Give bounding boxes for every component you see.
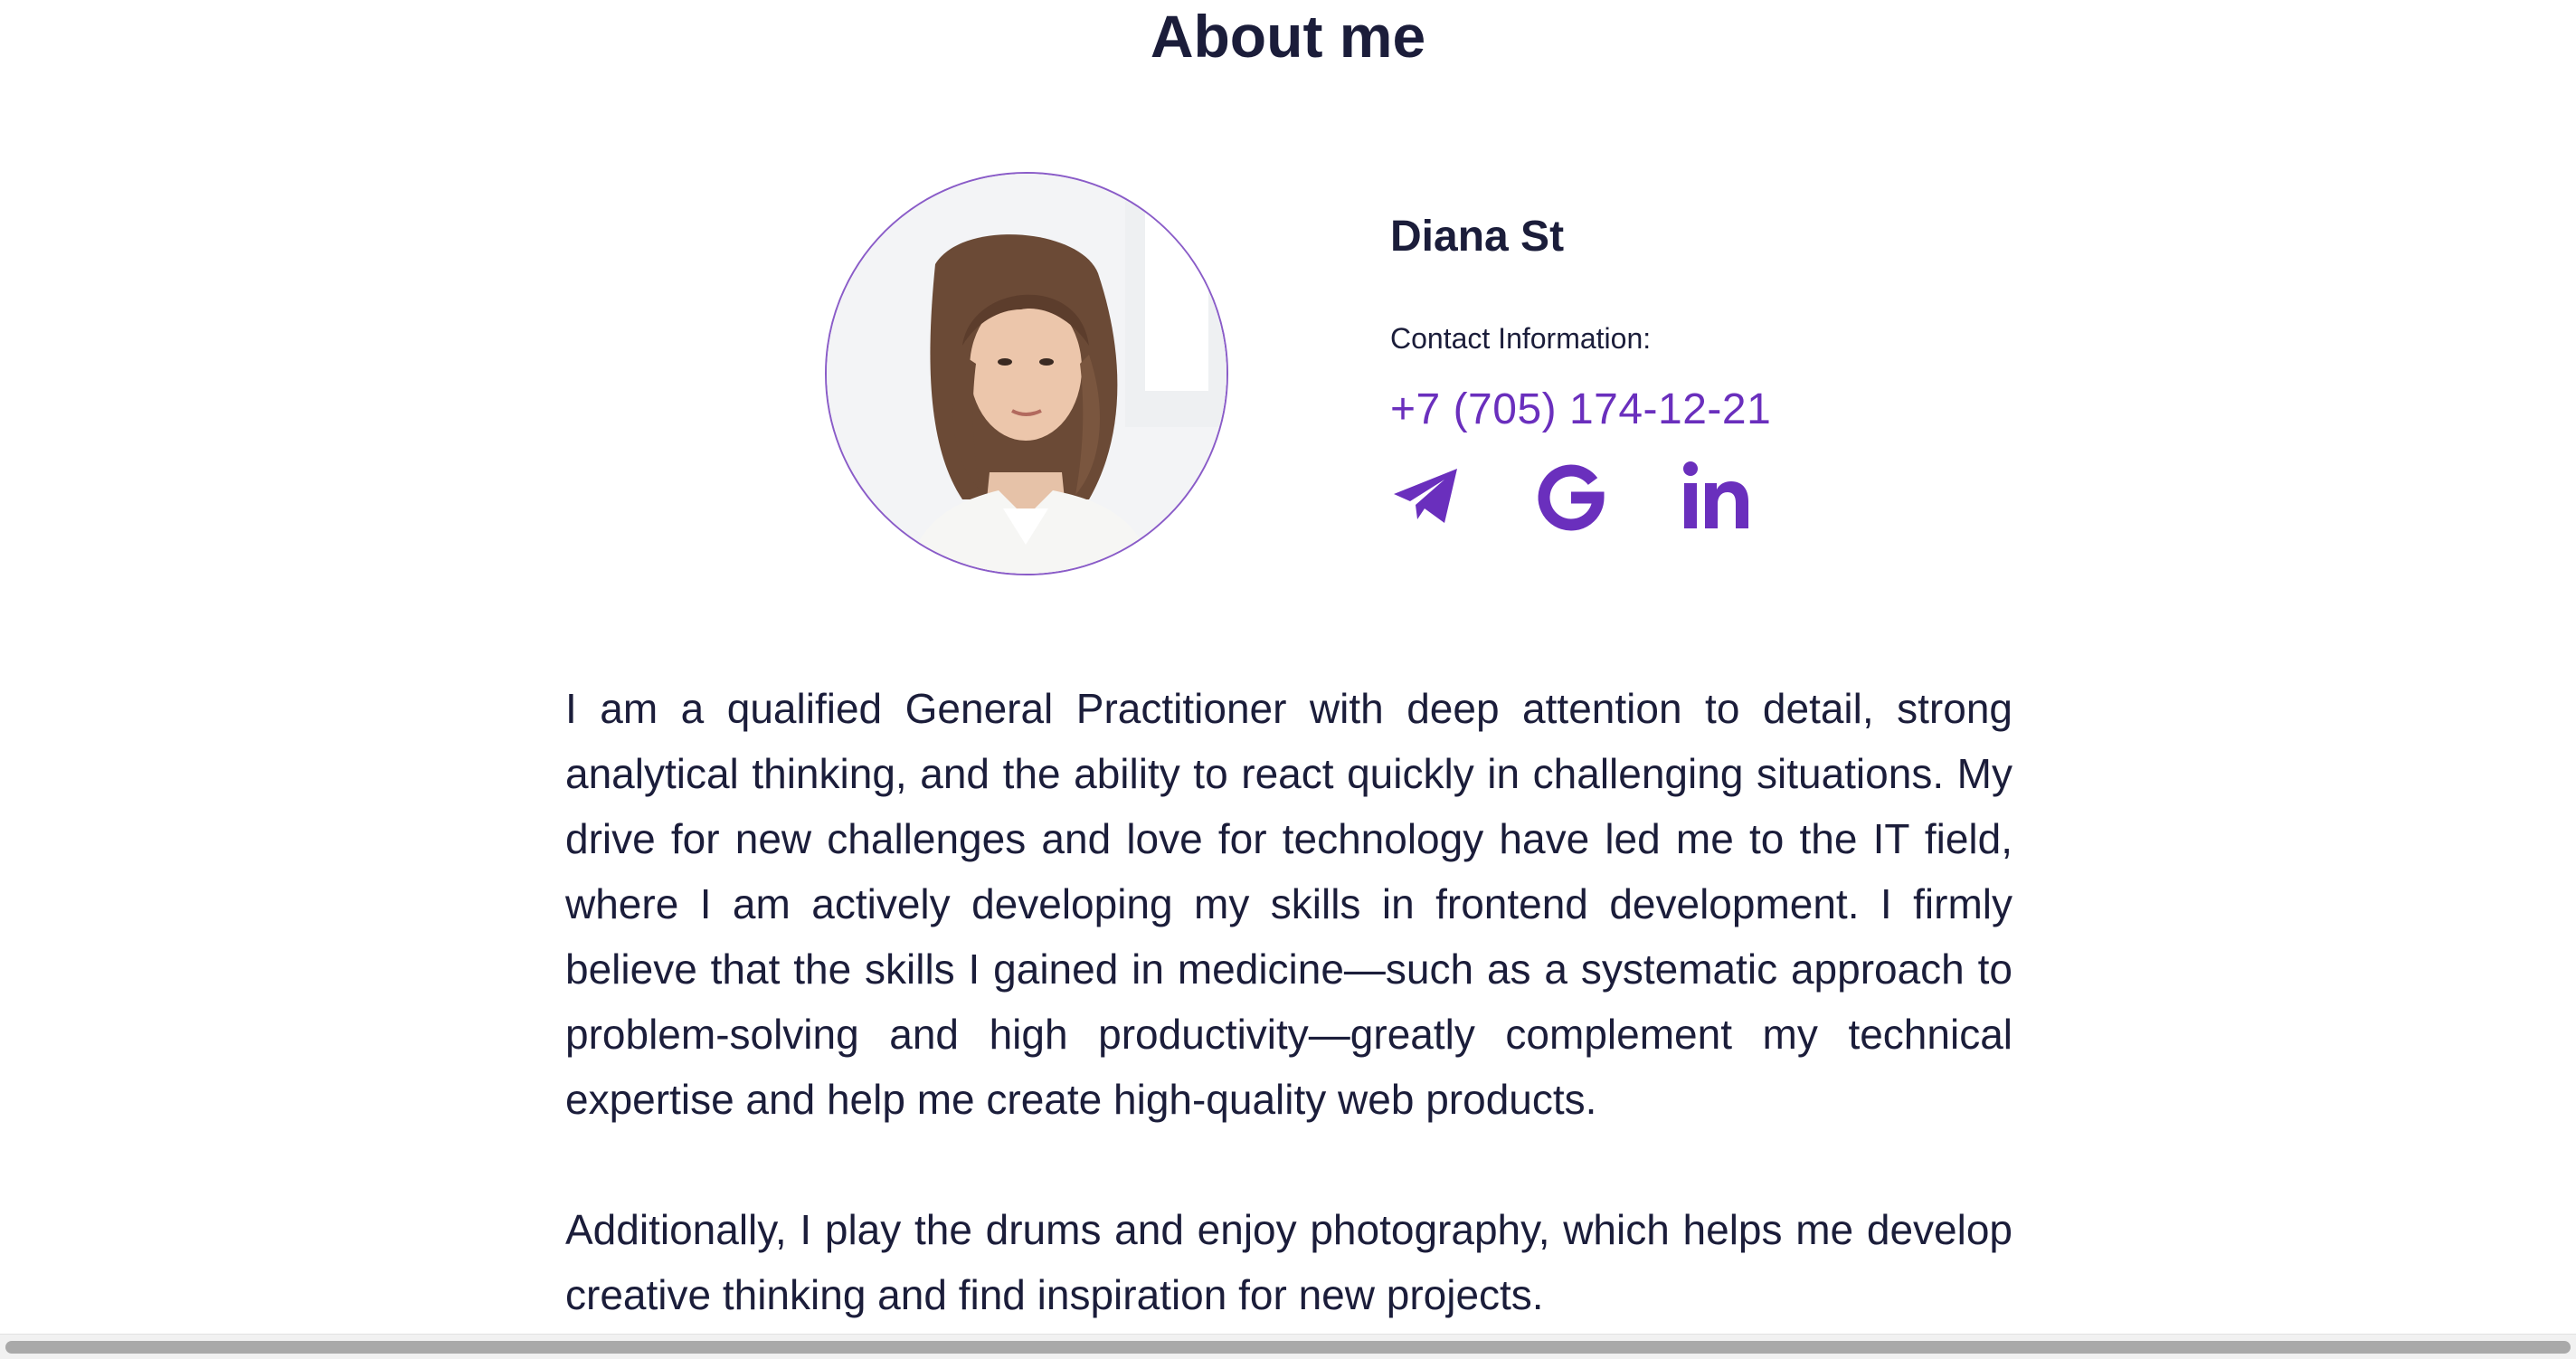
telegram-link[interactable] bbox=[1390, 460, 1463, 532]
bio-paragraph: I am a qualified General Practitioner wi… bbox=[565, 685, 2012, 1123]
section-title: About me bbox=[1150, 3, 1426, 70]
phone-link[interactable]: +7 (705) 174-12-21 bbox=[1390, 385, 1771, 435]
bio-text: I am a qualified General Practitioner wi… bbox=[565, 676, 2012, 1327]
profile-photo bbox=[825, 172, 1228, 575]
linkedin-icon bbox=[1683, 461, 1748, 528]
telegram-icon bbox=[1394, 469, 1457, 523]
scrollbar-thumb[interactable] bbox=[5, 1341, 2571, 1354]
contact-label: Contact Information: bbox=[1390, 322, 1652, 355]
social-links bbox=[1390, 460, 1752, 532]
portrait-photo-icon bbox=[827, 174, 1226, 574]
linkedin-link[interactable] bbox=[1680, 460, 1752, 532]
bio-paragraph: Additionally, I play the drums and enjoy… bbox=[565, 1206, 2012, 1318]
google-icon bbox=[1538, 464, 1605, 531]
horizontal-scrollbar[interactable] bbox=[0, 1334, 2576, 1359]
about-section: About me Diana St Contact Information: +… bbox=[0, 0, 2576, 1359]
profile-name: Diana St bbox=[1390, 213, 1565, 261]
google-link[interactable] bbox=[1535, 460, 1607, 532]
